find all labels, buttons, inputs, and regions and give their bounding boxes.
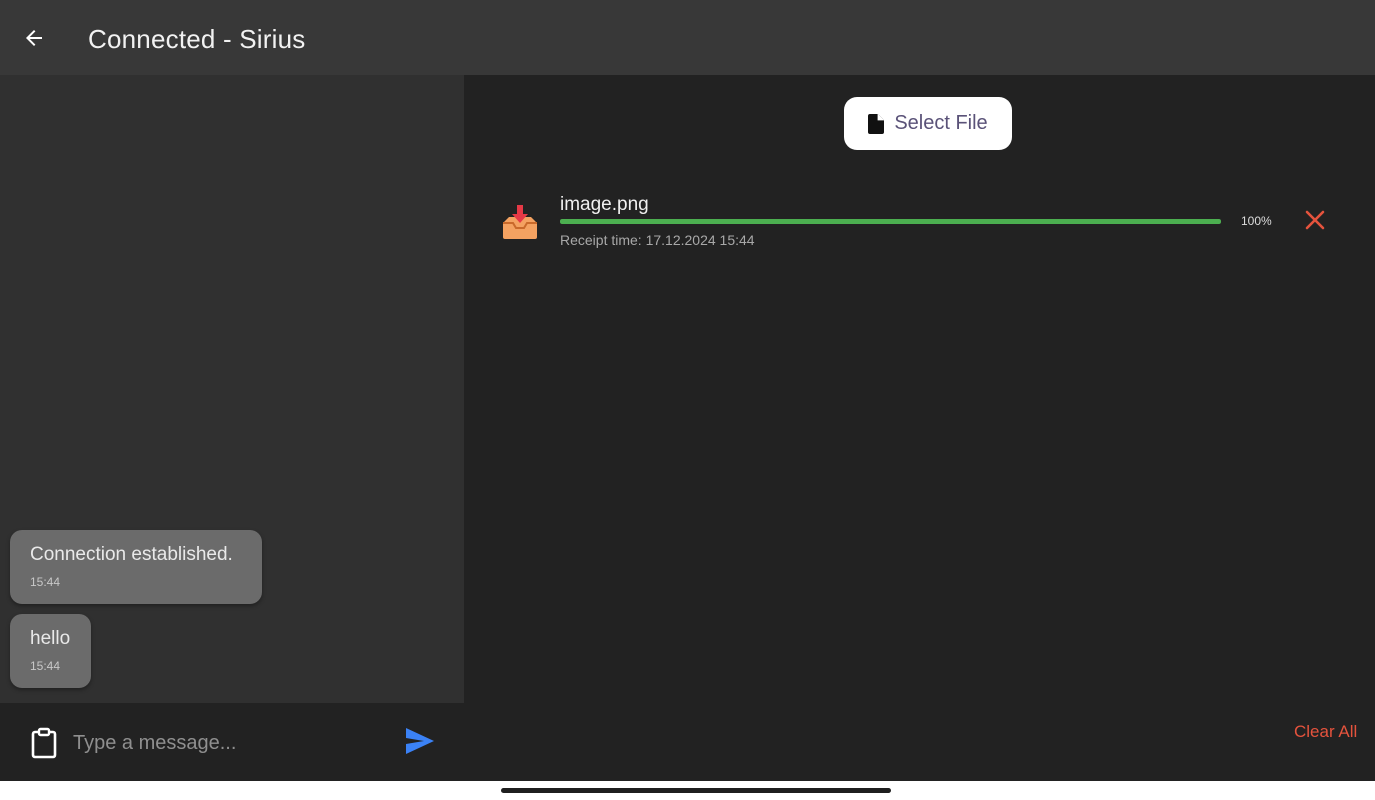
clipboard-icon	[31, 727, 57, 759]
progress-fill	[560, 219, 1221, 224]
send-button[interactable]	[404, 726, 436, 756]
message-bubble: Connection established. 15:44	[10, 530, 262, 604]
home-gesture-handle[interactable]	[501, 788, 891, 793]
app-bar: Connected - Sirius	[0, 0, 1375, 75]
clipboard-button[interactable]	[30, 727, 58, 759]
message-input[interactable]	[73, 725, 383, 761]
page-title: Connected - Sirius	[88, 24, 306, 54]
app-window: Connected - Sirius Connection establishe…	[0, 0, 1375, 781]
arrow-left-icon	[26, 30, 42, 46]
gesture-bar-area	[0, 781, 1375, 800]
remove-file-button[interactable]	[1304, 209, 1326, 231]
progress-bar	[560, 219, 1221, 224]
message-bubble: hello 15:44	[10, 614, 91, 688]
message-text: Connection established.	[30, 544, 233, 565]
back-button[interactable]	[18, 22, 50, 54]
receipt-time: Receipt time: 17.12.2024 15:44	[560, 232, 755, 248]
select-file-button[interactable]: Select File	[844, 97, 1012, 150]
message-time: 15:44	[30, 659, 61, 673]
message-input-bar	[0, 703, 464, 781]
file-icon	[868, 113, 885, 134]
file-name: image.png	[560, 194, 649, 215]
progress-percent: 100%	[1241, 214, 1272, 228]
inbox-download-icon	[503, 205, 537, 239]
message-text: hello	[30, 628, 71, 649]
send-icon	[406, 728, 434, 754]
select-file-label: Select File	[894, 112, 988, 134]
close-icon	[1305, 210, 1325, 230]
chat-panel: Connection established. 15:44 hello 15:4…	[0, 75, 464, 703]
file-transfer-panel: Select File image.png Receipt time: 17.1…	[464, 75, 1375, 781]
file-list-item: image.png Receipt time: 17.12.2024 15:44…	[500, 190, 1340, 260]
clear-all-button[interactable]: Clear All	[1294, 722, 1357, 742]
message-time: 15:44	[30, 575, 61, 589]
